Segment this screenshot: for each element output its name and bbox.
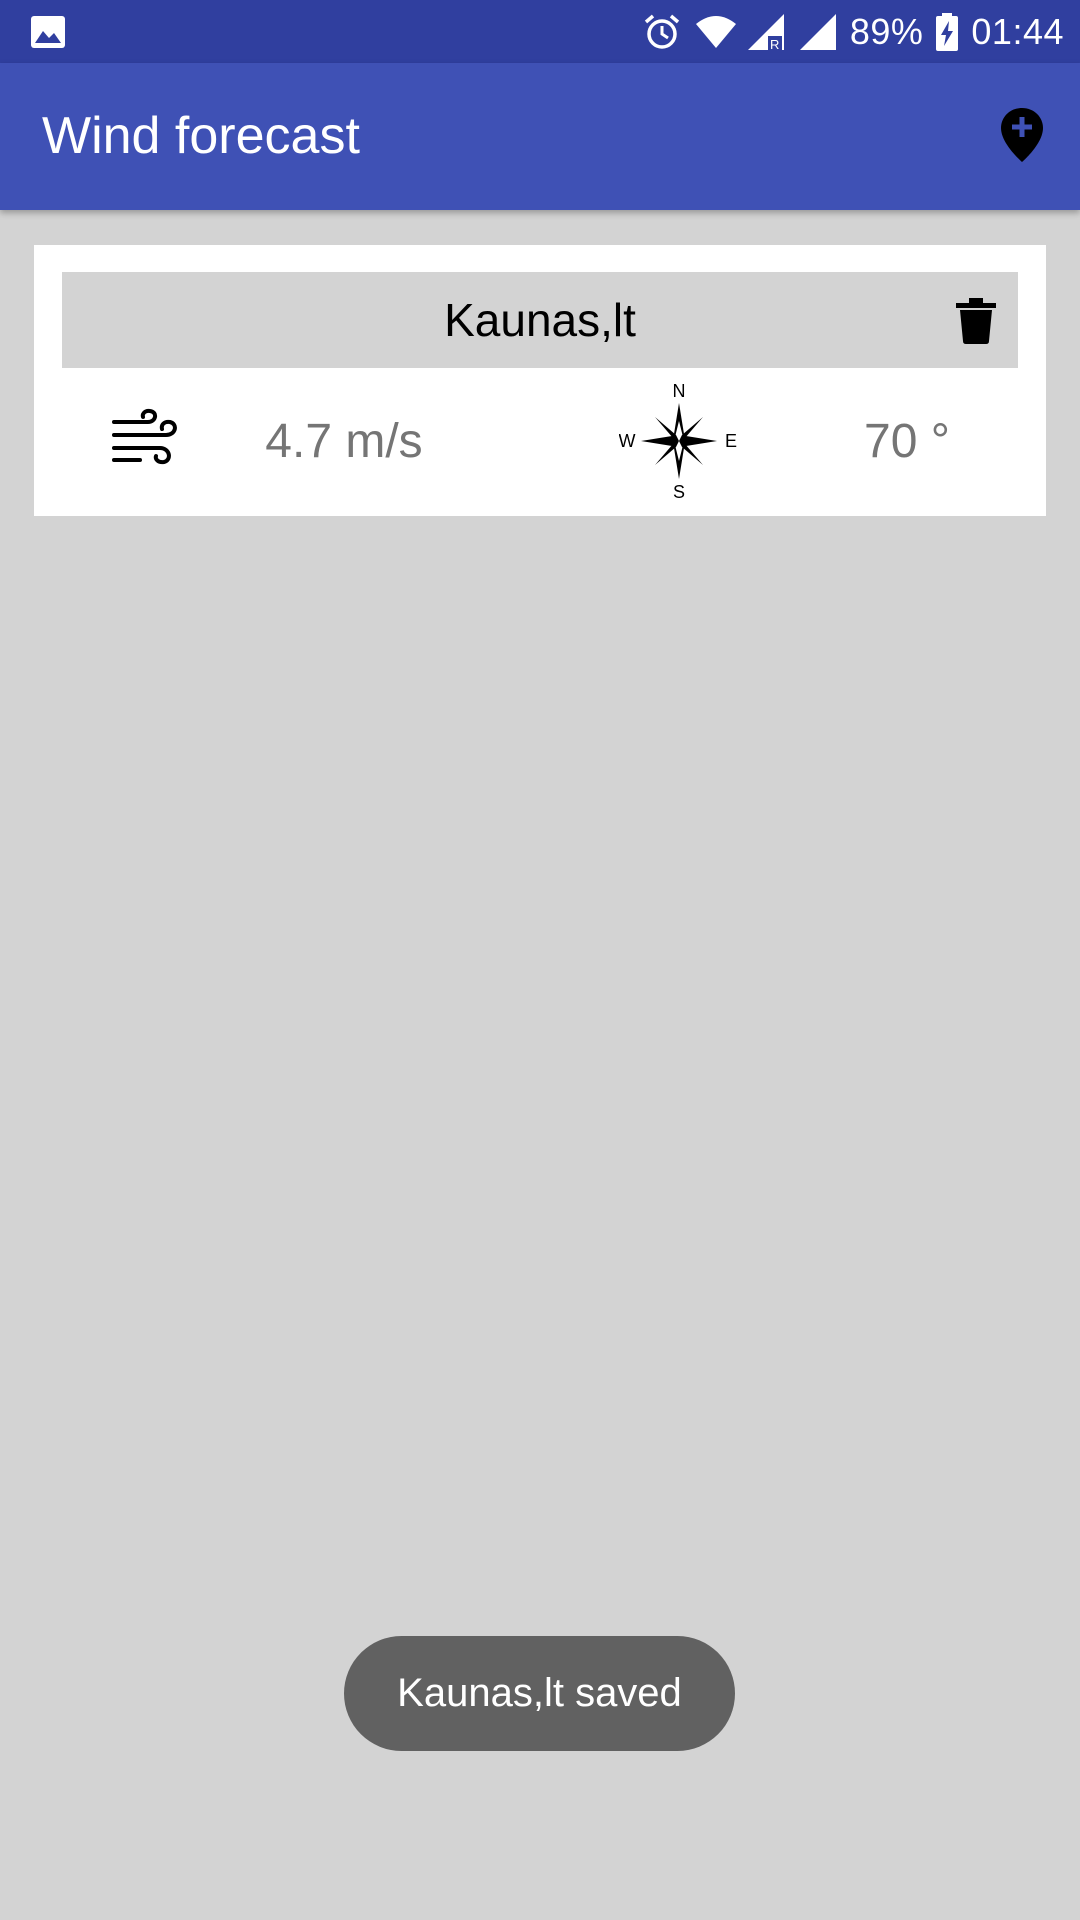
trash-icon (956, 298, 996, 348)
app-bar: Wind forecast (0, 63, 1080, 210)
add-location-icon (999, 106, 1045, 169)
app-title: Wind forecast (42, 107, 360, 165)
cell-signal-icon (798, 12, 838, 52)
compass-east-label: E (725, 431, 737, 451)
delete-location-button[interactable] (956, 298, 996, 344)
cell-signal-roaming-icon: R (746, 12, 786, 52)
status-bar: R 89% 01:44 (0, 0, 1080, 63)
battery-charging-icon (935, 12, 959, 52)
toast-message: Kaunas,lt saved (344, 1636, 735, 1751)
battery-percentage: 89% (849, 11, 924, 52)
wifi-icon (694, 12, 736, 52)
add-location-button[interactable] (990, 105, 1054, 169)
location-card-header: Kaunas,lt (62, 272, 1018, 368)
location-name: Kaunas,lt (444, 294, 636, 346)
gallery-icon (30, 14, 66, 50)
svg-text:R: R (770, 37, 779, 52)
compass-west-label: W (619, 431, 636, 451)
compass-rose-icon: N S W E (619, 381, 739, 502)
wind-icon (110, 408, 180, 468)
wind-info-row: 4.7 m/s N S W E 70 ° (34, 368, 1046, 516)
alarm-icon (642, 12, 682, 52)
status-icons: R 89% 01:44 (642, 0, 1064, 63)
location-card: Kaunas,lt 4.7 m/s N S W E 70 ° (34, 245, 1046, 516)
compass-south-label: S (673, 482, 685, 501)
wind-direction-value: 70 ° (864, 415, 950, 468)
compass-north-label: N (673, 381, 686, 401)
clock: 01:44 (971, 11, 1064, 52)
wind-speed-value: 4.7 m/s (265, 415, 423, 468)
